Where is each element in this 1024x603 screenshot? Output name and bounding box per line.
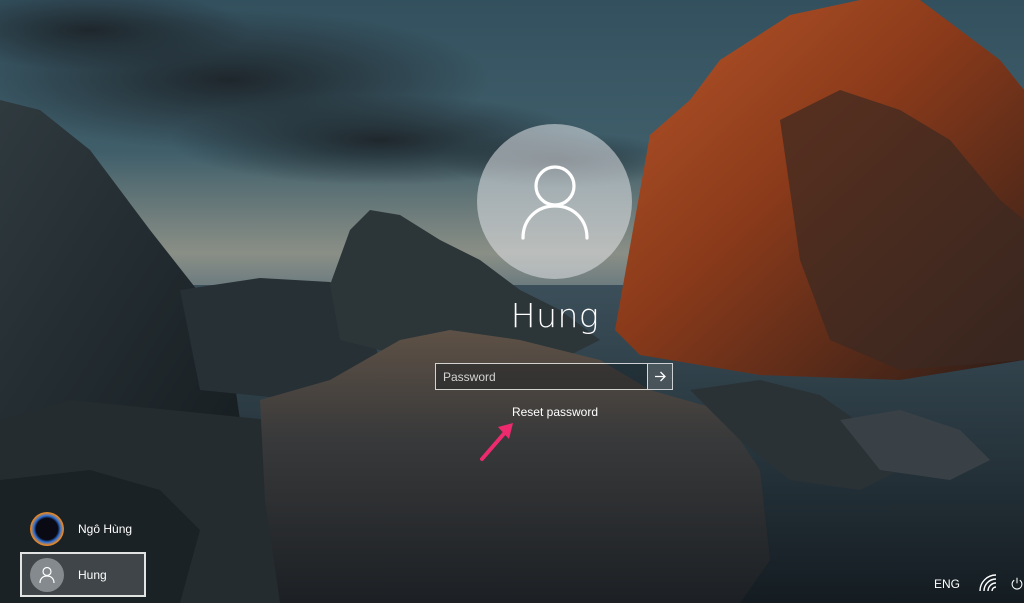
user-tile-ngo-hung[interactable]: Ngô Hùng: [20, 509, 146, 549]
person-icon: [39, 566, 55, 583]
photo-avatar: [30, 512, 64, 546]
annotation-arrow-icon: [480, 423, 513, 461]
avatar: [30, 557, 64, 592]
submit-button[interactable]: [647, 364, 672, 389]
user-tile-hung[interactable]: Hung: [20, 552, 146, 597]
user-switcher: Ngô Hùng Hung: [20, 509, 146, 597]
network-button[interactable]: [978, 573, 1000, 595]
system-tray: ENG: [934, 572, 1024, 596]
sign-in-panel: Hung Reset password: [0, 0, 1024, 603]
password-input[interactable]: [436, 364, 647, 389]
user-avatar: [477, 124, 632, 279]
arrow-right-icon: [654, 371, 666, 382]
person-icon: [520, 164, 589, 240]
language-indicator[interactable]: ENG: [934, 577, 960, 591]
power-icon: [1011, 577, 1023, 590]
password-field: [435, 363, 673, 390]
user-tile-name: Ngô Hùng: [78, 522, 133, 536]
wifi-icon: [979, 574, 997, 592]
user-tile-name: Hung: [78, 567, 107, 582]
user-name: Hung: [510, 296, 600, 335]
power-button[interactable]: [1010, 573, 1024, 595]
